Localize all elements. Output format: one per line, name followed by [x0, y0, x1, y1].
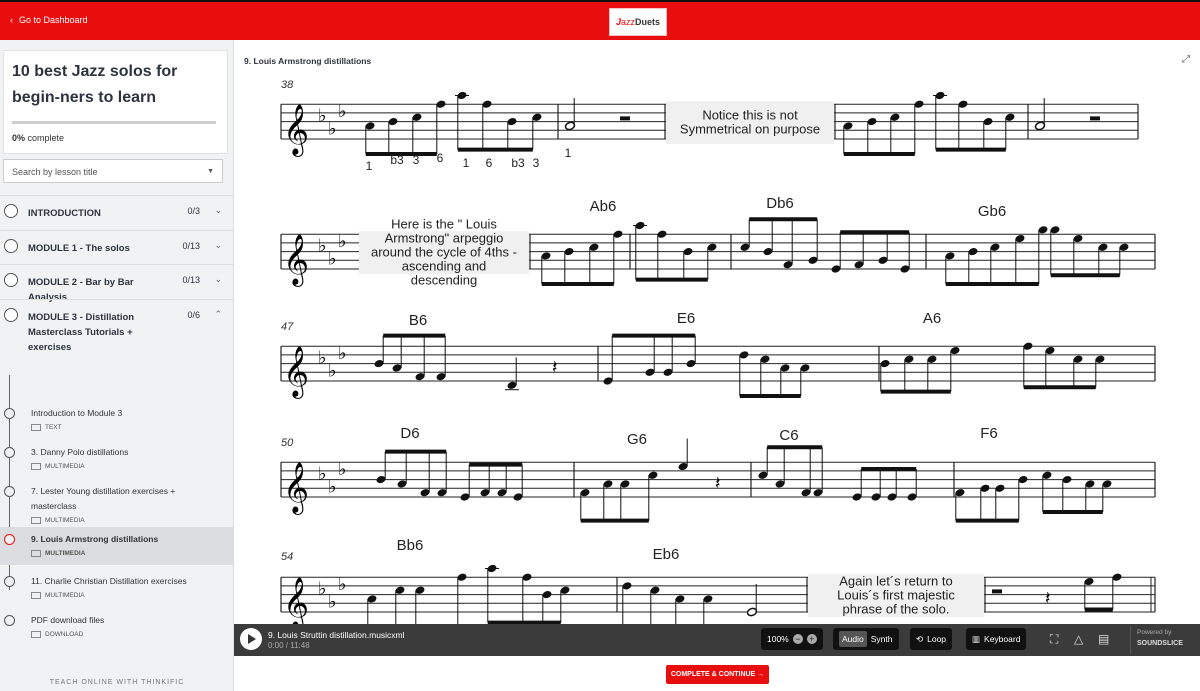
chevron-down-icon[interactable]: ⌄ — [214, 240, 222, 251]
module-status-circle — [4, 239, 18, 253]
module-1[interactable]: INTRODUCTION 0/3 ⌄ — [0, 195, 234, 230]
module-count: 0/13 — [182, 275, 200, 285]
course-card: 10 best Jazz solos for begin-ners to lea… — [3, 50, 228, 154]
zoom-out-button[interactable]: − — [792, 634, 803, 644]
lesson-content: 9. Louis Armstrong distillations ⤢ — [234, 40, 1200, 691]
chevron-up-icon[interactable]: ⌃ — [214, 309, 222, 320]
audio-synth-toggle[interactable]: Audio Synth — [833, 628, 899, 650]
lesson-status-circle — [4, 447, 15, 458]
module-status-circle — [4, 273, 18, 287]
complete-continue-button[interactable]: COMPLETE & CONTINUE → — [666, 665, 769, 684]
go-to-dashboard-link[interactable]: ‹ Go to Dashboard — [10, 15, 88, 25]
lesson-search-dropdown[interactable]: Search by lesson title ▼ — [3, 159, 223, 183]
zoom-control[interactable]: 100% − + — [761, 628, 823, 650]
multimedia-icon — [31, 463, 41, 470]
play-button[interactable] — [240, 628, 262, 650]
synth-option[interactable]: Synth — [871, 634, 893, 644]
lesson-item[interactable]: 11. Charlie Christian Distillation exerc… — [0, 574, 234, 599]
lesson-item[interactable]: 9. Louis Armstrong distillations MULTIMED… — [0, 527, 234, 565]
lesson-title: 7. Lester Young distillation exercises +… — [31, 486, 176, 511]
module-title: INTRODUCTION — [28, 208, 101, 219]
audio-player: 9. Louis Struttin distillation.musicxml … — [234, 624, 1200, 656]
logo[interactable]: Jazz Duets — [609, 8, 667, 36]
lesson-title: 9. Louis Armstrong distillations — [31, 534, 159, 544]
lesson-item[interactable]: Introduction to Module 3 TEXT — [0, 406, 234, 431]
module-status-circle — [4, 308, 18, 322]
module-3[interactable]: MODULE 2 - Bar by Bar Analysis 0/13 ⌄ — [0, 264, 234, 303]
multimedia-icon — [31, 592, 41, 599]
lesson-item[interactable]: 3. Danny Polo distillations MULTIMEDIA — [0, 445, 234, 470]
lesson-status-circle — [4, 576, 15, 587]
module-count: 0/3 — [187, 206, 200, 216]
lesson-type: MULTIMEDIA — [45, 517, 85, 524]
lesson-status-circle — [4, 408, 15, 419]
sidebar: 10 best Jazz solos for begin-ners to lea… — [0, 40, 234, 691]
lesson-status-circle — [4, 534, 15, 545]
module-count: 0/6 — [187, 310, 200, 320]
loop-icon: ⟲ — [916, 633, 924, 644]
thinkific-footer[interactable]: TEACH ONLINE WITH THINKIFIC — [0, 679, 234, 686]
module-4[interactable]: MODULE 3 - Distillation Masterclass Tuto… — [0, 299, 234, 394]
lesson-type: MULTIMEDIA — [45, 550, 86, 557]
lesson-status-circle — [4, 615, 15, 626]
keyboard-button[interactable]: ▥ Keyboard — [966, 628, 1027, 650]
zoom-in-button[interactable]: + — [806, 634, 817, 644]
track-time: 0:00 / 11:48 — [268, 641, 310, 650]
lesson-item[interactable]: 7. Lester Young distillation exercises +… — [0, 484, 234, 524]
mixer-icon[interactable]: ▤ — [1098, 632, 1109, 646]
module-title: MODULE 1 - The solos — [28, 243, 130, 254]
top-bar: ‹ Go to Dashboard Jazz Duets — [0, 0, 1200, 40]
text-doc-icon — [31, 424, 41, 431]
lesson-title: PDF download files — [31, 615, 105, 625]
lesson-title: Introduction to Module 3 — [31, 408, 123, 418]
lesson-title: 9. Louis Armstrong distillations — [244, 56, 372, 66]
cloud-download-icon — [31, 631, 41, 638]
soundslice-badge[interactable]: Powered by SOUNDSLICE — [1130, 626, 1200, 654]
metronome-icon[interactable]: △ — [1074, 632, 1083, 646]
multimedia-icon — [31, 550, 41, 557]
lesson-type: MULTIMEDIA — [45, 463, 85, 470]
progress-bar — [12, 121, 216, 124]
chevron-left-icon: ‹ — [10, 15, 13, 25]
multimedia-icon — [31, 517, 41, 524]
loop-button[interactable]: ⟲ Loop — [910, 628, 953, 650]
fullscreen-icon[interactable]: ⛶ — [1050, 632, 1058, 647]
lesson-status-circle — [4, 486, 15, 497]
chevron-down-icon[interactable]: ⌄ — [214, 274, 222, 285]
module-title: MODULE 3 - Distillation Masterclass Tuto… — [28, 312, 135, 353]
chevron-down-icon[interactable]: ⌄ — [214, 205, 222, 216]
lesson-type: TEXT — [45, 424, 62, 431]
lesson-item[interactable]: PDF download files DOWNLOAD — [0, 613, 234, 638]
module-2[interactable]: MODULE 1 - The solos 0/13 ⌄ — [0, 230, 234, 265]
lesson-title: 3. Danny Polo distillations — [31, 447, 129, 457]
module-count: 0/13 — [182, 241, 200, 251]
expand-icon[interactable]: ⤢ — [1182, 54, 1190, 65]
track-title: 9. Louis Struttin distillation.musicxml — [268, 630, 405, 640]
module-status-circle — [4, 204, 18, 218]
lesson-type: MULTIMEDIA — [45, 592, 85, 599]
audio-option[interactable]: Audio — [839, 631, 867, 647]
lesson-title: 11. Charlie Christian Distillation exerc… — [31, 576, 187, 586]
course-title: 10 best Jazz solos for begin-ners to lea… — [12, 63, 178, 106]
piano-icon: ▥ — [972, 633, 981, 644]
progress-text: 0% complete — [12, 133, 65, 143]
caret-down-icon: ▼ — [207, 168, 214, 175]
lesson-type: DOWNLOAD — [45, 631, 84, 638]
